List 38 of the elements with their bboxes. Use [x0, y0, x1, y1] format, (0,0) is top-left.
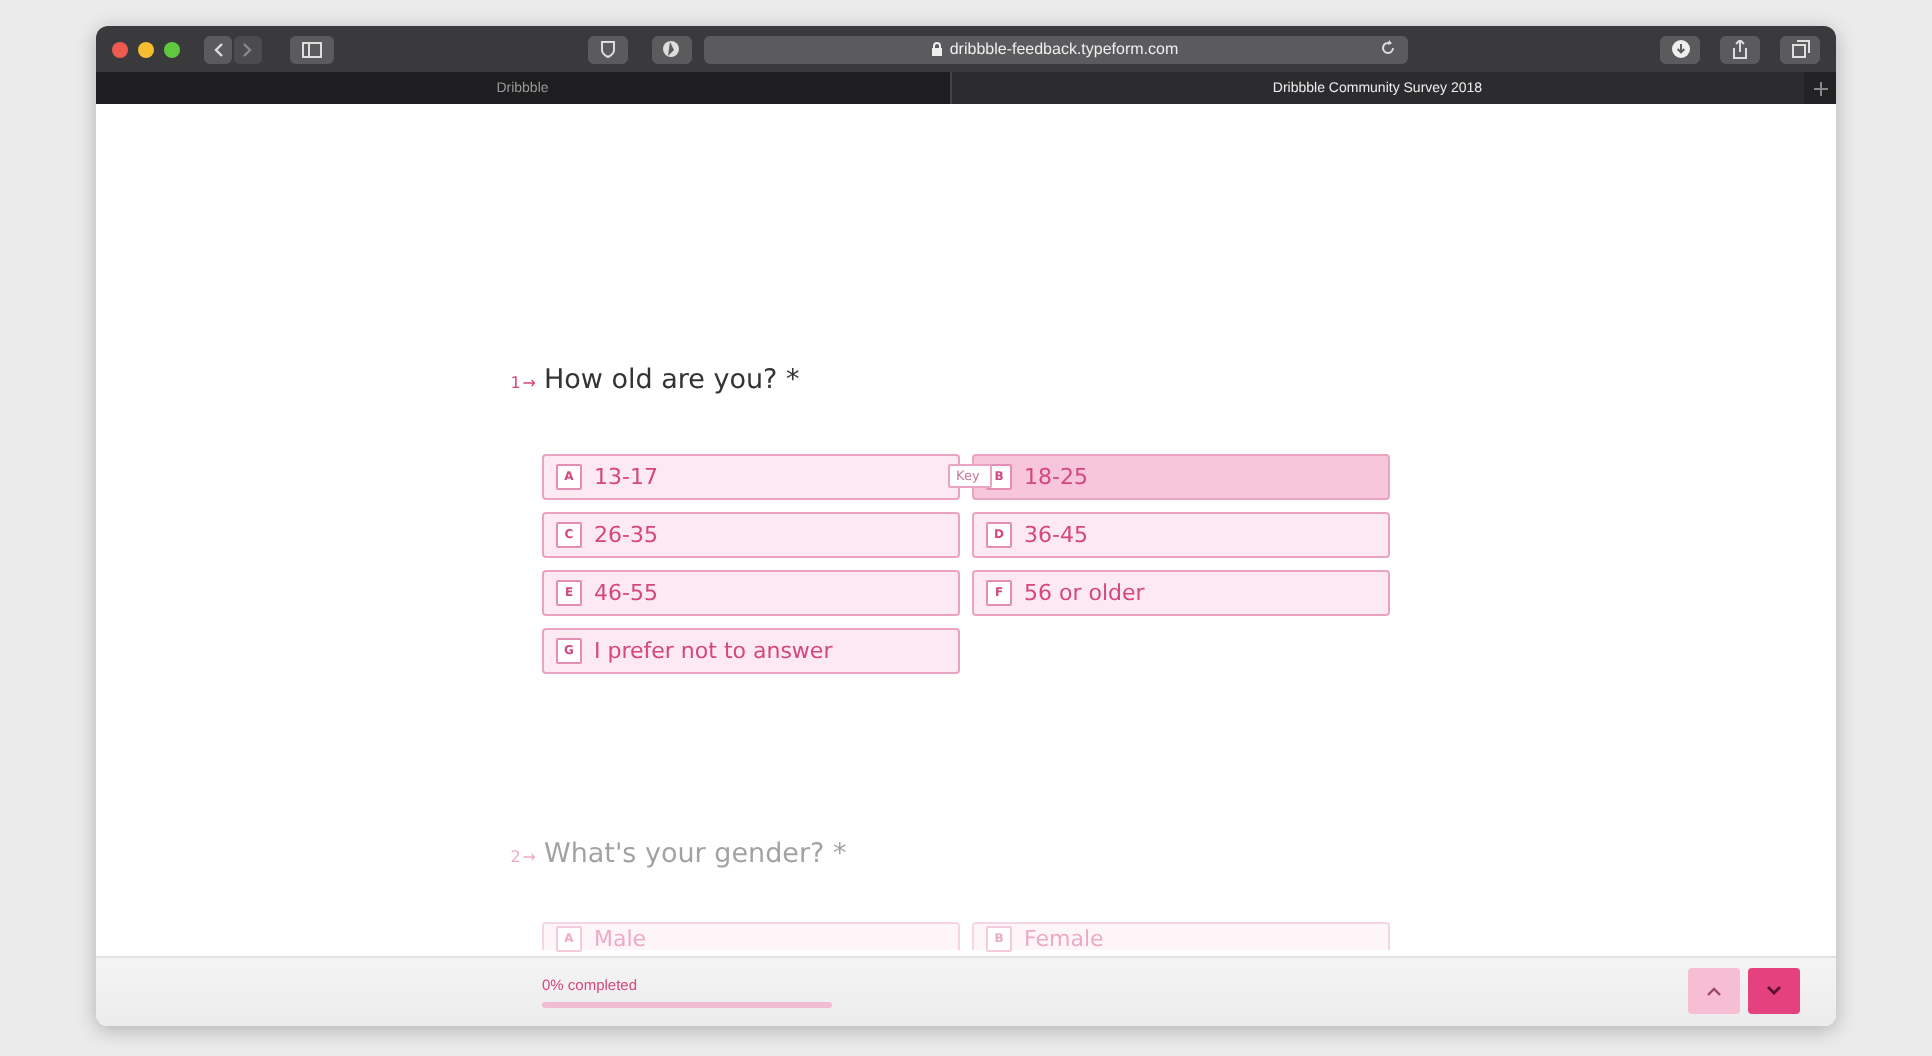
close-window-icon[interactable] [112, 41, 128, 57]
reload-icon [1379, 39, 1395, 55]
chevron-left-icon [212, 41, 224, 57]
chevron-right-icon [242, 41, 254, 57]
tabs-button[interactable] [1780, 35, 1820, 63]
choice-label: 18-25 [1024, 464, 1088, 490]
shield-button[interactable] [587, 35, 627, 63]
choice-label: Male [594, 926, 647, 952]
back-button[interactable] [204, 35, 232, 63]
choice-label: I prefer not to answer [594, 638, 833, 664]
lock-icon [931, 42, 942, 56]
arrow-icon: → [522, 374, 536, 392]
choice-label: 26-35 [594, 522, 658, 548]
tabs-icon [1791, 40, 1809, 58]
share-button[interactable] [1720, 35, 1760, 63]
arrow-icon: → [522, 848, 536, 866]
choice-label: 13-17 [594, 464, 658, 490]
question-number: 2 [510, 848, 521, 866]
choice-label: 36-45 [1024, 522, 1088, 548]
choice-label: 56 or older [1024, 580, 1145, 606]
minimize-window-icon[interactable] [138, 41, 154, 57]
chevron-up-icon [1706, 986, 1722, 996]
shield-icon [599, 40, 615, 58]
question-title: How old are you? * [544, 364, 800, 396]
url-text: dribbble-feedback.typeform.com [949, 40, 1179, 58]
download-icon [1671, 40, 1689, 58]
choice-label: Female [1024, 926, 1104, 952]
question-title: What's your gender? * [544, 838, 847, 870]
download-button[interactable] [1660, 35, 1700, 63]
sidebar-icon [302, 41, 322, 57]
plus-icon[interactable] [1813, 81, 1827, 95]
address-bar[interactable]: dribbble-feedback.typeform.com [703, 35, 1407, 63]
choice-label: 46-55 [594, 580, 658, 606]
zoom-window-icon[interactable] [164, 41, 180, 57]
sidebar-button[interactable] [290, 35, 334, 63]
share-icon [1732, 39, 1748, 59]
question-number: 1 [510, 374, 521, 392]
chevron-down-icon [1766, 986, 1782, 996]
